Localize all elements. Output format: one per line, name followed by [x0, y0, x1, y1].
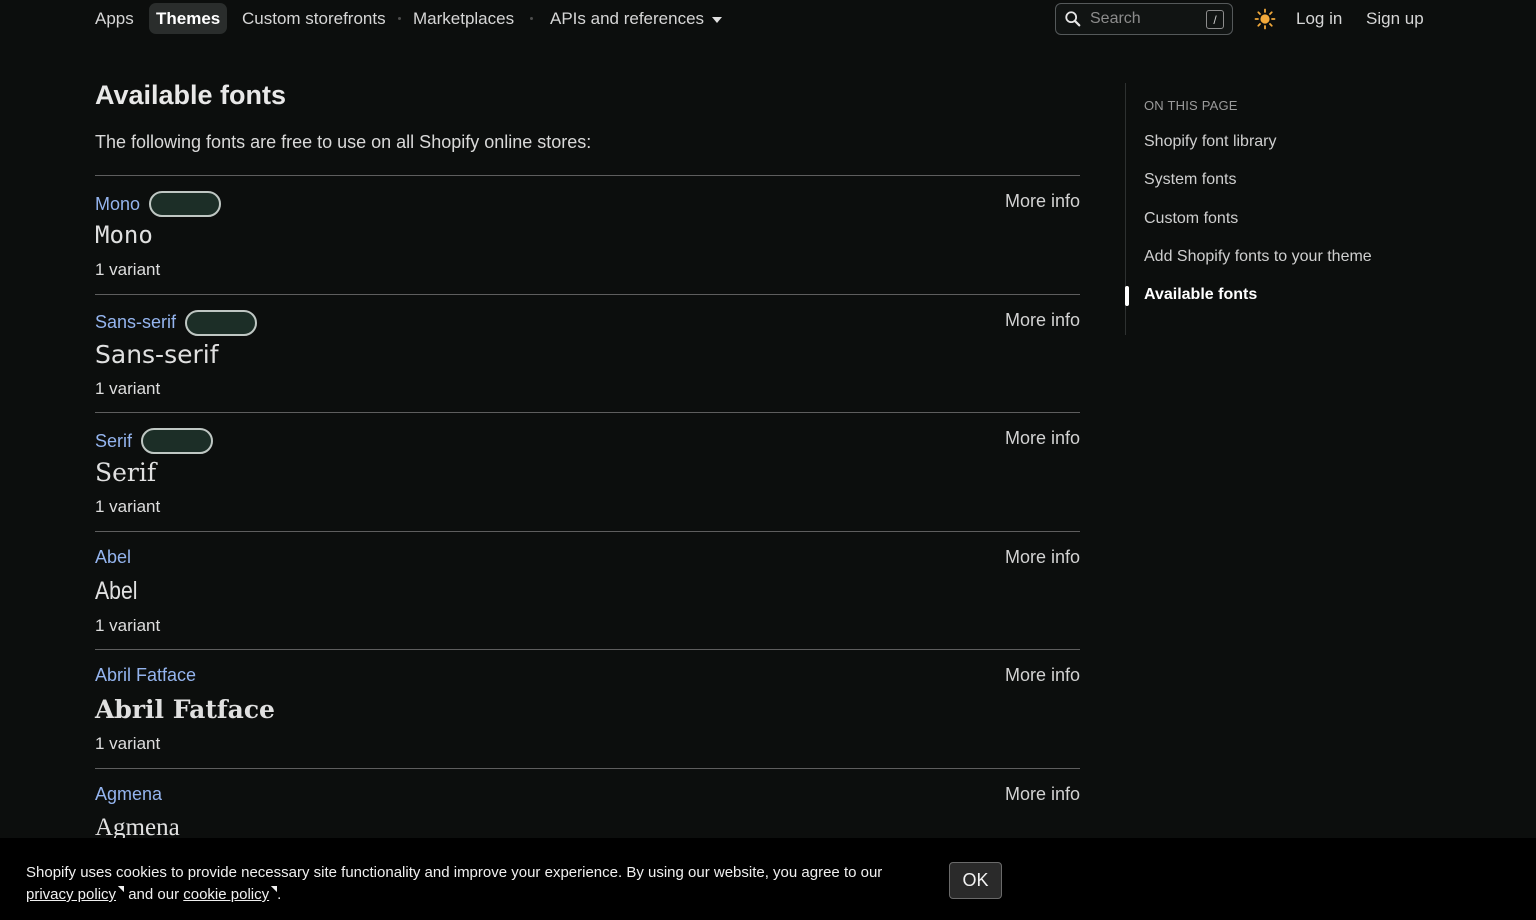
on-this-page-nav: ON THIS PAGE Shopify font library System…: [1125, 83, 1425, 335]
page-title: Available fonts: [95, 80, 287, 110]
cookie-message-middle: and our: [124, 886, 184, 903]
font-sample: Sans-serif: [95, 339, 219, 369]
variant-count: 1 variant: [95, 260, 161, 279]
sun-icon[interactable]: [1254, 8, 1276, 30]
font-row: Abel More info Abel 1 variant: [95, 532, 1080, 650]
font-badge: [149, 191, 222, 217]
search-box[interactable]: /: [1055, 3, 1233, 35]
font-sample: Abel: [95, 576, 138, 605]
nav-marketplaces[interactable]: Marketplaces: [406, 3, 521, 34]
top-nav: Apps Themes Custom storefronts Marketpla…: [0, 0, 1536, 38]
cookie-message-end: .: [277, 886, 282, 903]
cookie-banner: Shopify uses cookies to provide necessar…: [0, 838, 1536, 920]
more-info-link[interactable]: More info: [1005, 428, 1080, 449]
toc-item-available-fonts[interactable]: Available fonts: [1144, 286, 1257, 304]
font-list: Mono More info Mono 1 variant Sans-serif…: [95, 175, 1080, 887]
font-name-link[interactable]: Abel: [95, 547, 131, 568]
signup-link[interactable]: Sign up: [1359, 3, 1431, 34]
privacy-policy-link[interactable]: privacy policy: [26, 886, 116, 903]
font-row: Abril Fatface More info Abril Fatface 1 …: [95, 650, 1080, 769]
font-name-label: Abel: [95, 546, 132, 567]
font-name-label: Agmena: [95, 783, 163, 804]
more-info-link[interactable]: More info: [1005, 547, 1080, 568]
font-name-link[interactable]: Abril Fatface: [95, 665, 196, 686]
font-row: Serif More info Serif 1 variant: [95, 413, 1080, 532]
font-name-link[interactable]: Mono: [95, 191, 222, 217]
cookie-policy-link[interactable]: cookie policy: [183, 886, 269, 903]
variant-count: 1 variant: [95, 497, 161, 516]
variant-count: 1 variant: [95, 615, 161, 635]
font-badge: [185, 309, 258, 336]
font-name-label: Mono: [95, 193, 141, 214]
search-shortcut-key: /: [1206, 10, 1224, 29]
cookie-ok-button[interactable]: OK: [949, 862, 1002, 899]
login-link[interactable]: Log in: [1289, 3, 1349, 34]
nav-separator: [398, 17, 401, 20]
toc-item-custom-fonts[interactable]: Custom fonts: [1144, 210, 1238, 228]
font-name-link[interactable]: Agmena: [95, 784, 162, 805]
toc-heading: ON THIS PAGE: [1144, 98, 1238, 113]
font-row: Mono More info Mono 1 variant: [95, 176, 1080, 295]
more-info-link[interactable]: More info: [1005, 665, 1080, 686]
font-row: Sans-serif More info Sans-serif 1 varian…: [95, 295, 1080, 413]
more-info-link[interactable]: More info: [1005, 784, 1080, 805]
more-info-link[interactable]: More info: [1005, 310, 1080, 331]
more-info-link[interactable]: More info: [1005, 191, 1080, 212]
nav-themes[interactable]: Themes: [149, 3, 228, 34]
toc-item-shopify-font-library[interactable]: Shopify font library: [1144, 133, 1277, 151]
cookie-message: Shopify uses cookies to provide necessar…: [26, 864, 883, 881]
search-input[interactable]: [1088, 9, 1204, 29]
toc-item-system-fonts[interactable]: System fonts: [1144, 171, 1236, 189]
font-sample: Serif: [95, 458, 157, 487]
nav-apis-label: APIs and references: [550, 8, 705, 28]
nav-apis-and-references[interactable]: APIs and references: [543, 3, 729, 34]
intro-text: The following fonts are free to use on a…: [95, 132, 592, 152]
font-badge: [141, 428, 214, 454]
font-sample: Abril Fatface: [95, 695, 275, 724]
toc-item-add-shopify-fonts[interactable]: Add Shopify fonts to your theme: [1144, 248, 1372, 266]
cookie-text: Shopify uses cookies to provide necessar…: [26, 862, 926, 906]
variant-count: 1 variant: [95, 734, 161, 753]
external-link-icon: [117, 886, 125, 893]
nav-apps[interactable]: Apps: [88, 3, 141, 34]
nav-custom-storefronts[interactable]: Custom storefronts: [235, 3, 393, 34]
font-name-link[interactable]: Sans-serif: [95, 309, 258, 336]
font-name-link[interactable]: Serif: [95, 428, 214, 454]
toc-active-marker: [1125, 286, 1129, 306]
nav-separator: [530, 17, 533, 20]
search-icon: [1065, 11, 1081, 27]
font-name-label: Sans-serif: [95, 312, 177, 332]
chevron-down-icon: [712, 16, 723, 23]
variant-count: 1 variant: [95, 378, 161, 398]
font-sample: Mono: [95, 221, 153, 249]
font-name-label: Serif: [95, 430, 133, 451]
font-name-label: Abril Fatface: [95, 665, 197, 685]
